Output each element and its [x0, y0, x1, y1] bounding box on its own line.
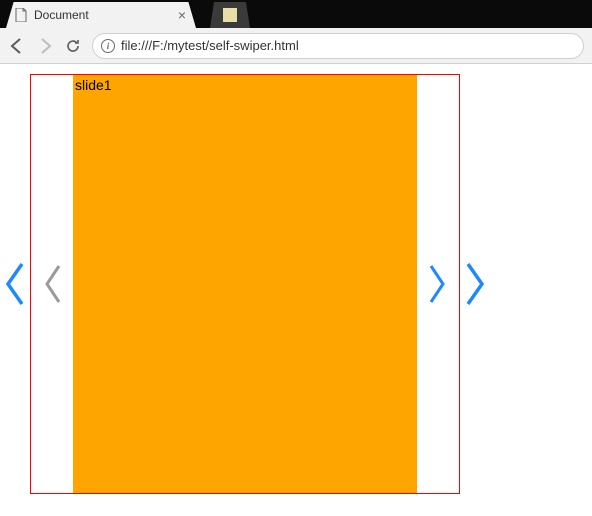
browser-window: Document × i [0, 0, 592, 504]
browser-tab[interactable]: Document × [6, 2, 196, 28]
url-input[interactable] [121, 38, 575, 53]
prev-inner-button[interactable] [41, 262, 65, 306]
page-icon [14, 8, 28, 22]
info-icon[interactable]: i [101, 39, 115, 53]
slide-label: slide1 [75, 77, 112, 93]
forward-button [36, 37, 54, 55]
tab-bar: Document × [0, 0, 592, 28]
swiper-wrapper: slide1 [10, 74, 478, 494]
page-content: slide1 [0, 64, 592, 504]
prev-outer-button[interactable] [2, 260, 28, 308]
reload-button[interactable] [64, 37, 82, 55]
next-outer-button[interactable] [462, 260, 488, 308]
close-icon[interactable]: × [176, 7, 188, 23]
next-inner-button[interactable] [425, 262, 449, 306]
tab-title: Document [34, 8, 176, 22]
active-slide[interactable]: slide1 [73, 75, 417, 493]
address-bar[interactable]: i [92, 33, 584, 59]
back-button[interactable] [8, 37, 26, 55]
browser-toolbar: i [0, 28, 592, 64]
tab-preview [210, 2, 250, 28]
swiper-container: slide1 [30, 74, 460, 494]
